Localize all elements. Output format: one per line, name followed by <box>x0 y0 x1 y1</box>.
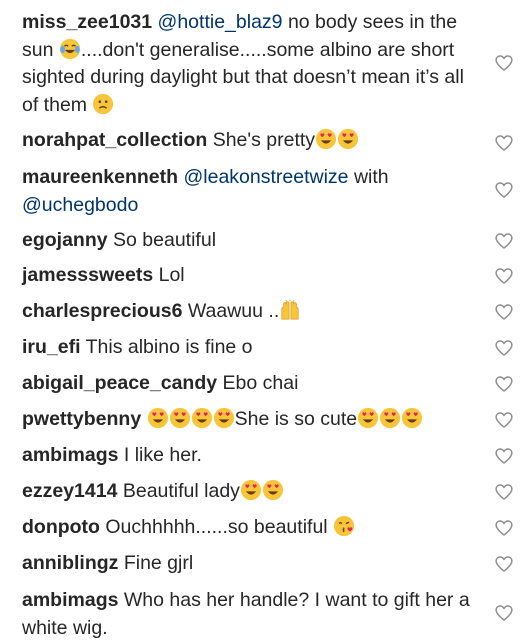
comment-text: ....don't generalise.....some albino are… <box>22 38 464 116</box>
comment-username[interactable]: iru_efi <box>22 336 81 358</box>
like-heart-icon[interactable] <box>494 302 514 322</box>
comment-username[interactable]: charlesprecious6 <box>22 300 182 322</box>
heart-eyes-emoji-icon <box>191 407 213 429</box>
comment-username[interactable]: miss_zee1031 <box>22 11 152 33</box>
comment-mention[interactable]: @hottie_blaz9 <box>158 11 283 33</box>
comment-username[interactable]: norahpat_collection <box>22 129 207 151</box>
comment-username[interactable]: egojanny <box>22 229 108 251</box>
heart-eyes-emoji-icon <box>357 407 379 429</box>
confused-emoji-icon <box>92 93 114 115</box>
comment-item: jamesssweets Lol <box>22 262 477 290</box>
like-heart-icon[interactable] <box>494 53 514 73</box>
comment-text: Ebo chai <box>222 372 299 394</box>
like-heart-icon[interactable] <box>494 231 514 251</box>
raising-hands-emoji-icon <box>279 299 301 321</box>
like-heart-icon[interactable] <box>494 518 514 538</box>
comment-text: Lol <box>158 264 185 286</box>
heart-eyes-emoji-icon <box>147 407 169 429</box>
comment-item: egojanny So beautiful <box>22 227 477 255</box>
like-heart-icon[interactable] <box>494 603 514 623</box>
comment-text: This albino is fine o <box>85 336 253 358</box>
comment-text: Waawuu .. <box>187 300 280 322</box>
face-blowing-kiss-emoji-icon <box>333 515 355 537</box>
heart-eyes-emoji-icon <box>315 128 337 150</box>
comment-item: ambimags Who has her handle? I want to g… <box>22 587 477 642</box>
like-heart-icon[interactable] <box>494 338 514 358</box>
heart-eyes-emoji-icon <box>240 479 262 501</box>
like-heart-icon[interactable] <box>494 180 514 200</box>
comment-item: charlesprecious6 Waawuu .. <box>22 298 477 326</box>
comment-username[interactable]: ezzey1414 <box>22 480 117 502</box>
comment-item: maureenkenneth @leakonstreetwize with @u… <box>22 164 477 219</box>
like-heart-icon[interactable] <box>494 554 514 574</box>
like-heart-icon[interactable] <box>494 410 514 430</box>
comment-item: norahpat_collection She's pretty <box>22 127 477 155</box>
comment-item: ambimags I like her. <box>22 442 477 470</box>
comment-item: iru_efi This albino is fine o <box>22 334 477 362</box>
comment-username[interactable]: ambimags <box>22 589 118 611</box>
comment-item: miss_zee1031 @hottie_blaz9 no body sees … <box>22 9 477 119</box>
comment-mention[interactable]: @uchegbodo <box>22 194 138 216</box>
comment-username[interactable]: ambimags <box>22 444 118 466</box>
comment-text: Beautiful lady <box>122 480 240 502</box>
heart-eyes-emoji-icon <box>337 128 359 150</box>
comment-item: donpoto Ouchhhhh......so beautiful <box>22 514 477 542</box>
comment-item: anniblingz Fine gjrl <box>22 550 477 578</box>
comment-username[interactable]: maureenkenneth <box>22 166 178 188</box>
heart-eyes-emoji-icon <box>401 407 423 429</box>
like-heart-icon[interactable] <box>494 482 514 502</box>
comment-text: Fine gjrl <box>123 552 194 574</box>
comment-username[interactable]: donpoto <box>22 516 100 538</box>
comment-text: Ouchhhhh......so beautiful <box>105 516 328 538</box>
comment-item: abigail_peace_candy Ebo chai <box>22 370 477 398</box>
comment-username[interactable]: pwettybenny <box>22 408 141 430</box>
heart-eyes-emoji-icon <box>262 479 284 501</box>
comment-item: pwettybenny She is so cute <box>22 406 477 434</box>
comment-item: ezzey1414 Beautiful lady <box>22 478 477 506</box>
comment-text: I like her. <box>123 444 202 466</box>
heart-eyes-emoji-icon <box>169 407 191 429</box>
comment-text: She is so cute <box>234 408 358 430</box>
heart-eyes-emoji-icon <box>213 407 235 429</box>
like-heart-icon[interactable] <box>494 133 514 153</box>
like-heart-icon[interactable] <box>494 446 514 466</box>
tears-of-joy-emoji-icon <box>59 38 81 60</box>
comment-text: with <box>353 166 389 188</box>
comment-text: She's pretty <box>212 129 316 151</box>
comment-text: So beautiful <box>113 229 217 251</box>
comment-username[interactable]: abigail_peace_candy <box>22 372 217 394</box>
heart-eyes-emoji-icon <box>379 407 401 429</box>
comments-screen: { "comments": [ {"user": "miss_zee1031",… <box>0 0 524 644</box>
comment-mention[interactable]: @leakonstreetwize <box>183 166 348 188</box>
comment-username[interactable]: anniblingz <box>22 552 118 574</box>
like-heart-icon[interactable] <box>494 374 514 394</box>
like-heart-icon[interactable] <box>494 266 514 286</box>
comment-username[interactable]: jamesssweets <box>22 264 153 286</box>
